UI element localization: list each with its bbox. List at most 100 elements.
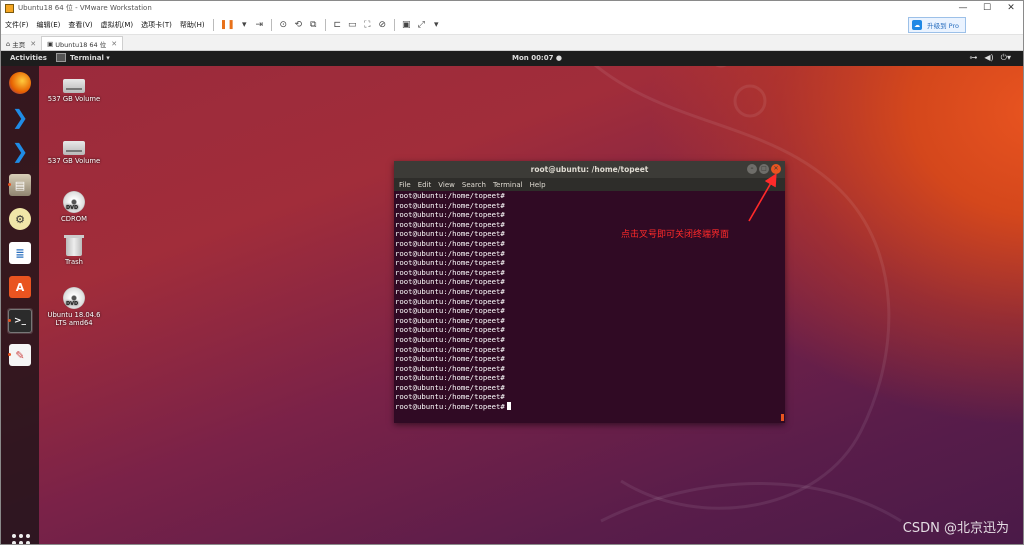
menu-tabs[interactable]: 选项卡(T) — [137, 20, 176, 30]
clock[interactable]: Mon 00:07 ● — [512, 54, 562, 62]
vscode-icon: ❯ — [11, 105, 29, 129]
ubuntu-desktop[interactable]: Activities Terminal ▾ Mon 00:07 ● ⊶ ◀) ⏻… — [1, 51, 1023, 544]
desktop-icon-label: Ubuntu 18.04.6 LTS amd64 — [47, 311, 101, 327]
ubuntu-topbar: Activities Terminal ▾ Mon 00:07 ● ⊶ ◀) ⏻… — [1, 51, 1023, 66]
menu-vm[interactable]: 虚拟机(M) — [97, 20, 138, 30]
stretch-icon[interactable]: ⤢ — [416, 18, 427, 31]
terminal-line: root@ubuntu:/home/topeet# — [395, 363, 505, 373]
console-view-icon[interactable]: ▣ — [401, 18, 412, 31]
terminal-line: root@ubuntu:/home/topeet# — [395, 277, 505, 287]
activities-button[interactable]: Activities — [10, 54, 47, 62]
terminal-menu-help[interactable]: Help — [530, 181, 546, 189]
vm-icon: ▣ — [47, 39, 56, 48]
dock-ubuntu-software[interactable]: A — [7, 274, 33, 300]
vmware-menubar: 文件(F) 编辑(E) 查看(V) 虚拟机(M) 选项卡(T) 帮助(H) ❚❚… — [1, 15, 1023, 35]
close-icon[interactable]: ✕ — [111, 40, 117, 48]
dvd-icon: DVD — [63, 191, 85, 213]
show-applications-icon[interactable] — [12, 534, 30, 544]
desktop-icon-volume[interactable]: 537 GB Volume — [44, 135, 104, 165]
dropdown-icon[interactable]: ▾ — [431, 18, 442, 31]
terminal-titlebar[interactable]: root@ubuntu: /home/topeet – □ ✕ — [394, 161, 785, 178]
send-ctrl-alt-del-icon[interactable]: ⇥ — [254, 18, 265, 31]
system-tray[interactable]: ⊶ ◀) ⏻▾ — [962, 53, 1011, 63]
library-icon[interactable]: ⊏ — [332, 18, 343, 31]
dock-software-settings[interactable]: ⚙ — [7, 206, 33, 232]
terminal-line: root@ubuntu:/home/topeet# — [395, 373, 505, 383]
tab-home[interactable]: ⌂ 主页 ✕ — [1, 37, 41, 50]
terminal-line: root@ubuntu:/home/topeet# — [395, 210, 505, 220]
drive-icon — [63, 79, 85, 93]
desktop-icon-cdrom[interactable]: DVD CDROM — [44, 191, 104, 223]
toolbar-divider — [324, 18, 326, 31]
vmware-logo-icon — [5, 3, 14, 13]
fullscreen-icon[interactable]: ⛶ — [362, 18, 373, 31]
terminal-line: root@ubuntu:/home/topeet# — [395, 325, 505, 335]
terminal-line: root@ubuntu:/home/topeet# — [395, 191, 505, 200]
dock-files[interactable]: ▤ — [7, 172, 33, 198]
desktop-icon-label: CDROM — [61, 215, 87, 223]
dock-terminal[interactable]: >_ — [7, 308, 33, 334]
terminal-menu-file[interactable]: File — [399, 181, 411, 189]
terminal-cursor — [506, 402, 511, 411]
volume-icon[interactable]: ◀) — [984, 53, 993, 63]
network-icon[interactable]: ⊶ — [969, 53, 977, 63]
menu-view[interactable]: 查看(V) — [64, 20, 96, 30]
desktop-icon-label: 537 GB Volume — [47, 95, 101, 103]
terminal-icon: >_ — [8, 309, 32, 333]
upgrade-label: 升级到 Pro — [927, 22, 959, 30]
menu-file[interactable]: 文件(F) — [1, 20, 33, 30]
snapshot-manager-icon[interactable]: ⧉ — [308, 18, 319, 31]
power-icon[interactable]: ⏻▾ — [1001, 53, 1011, 63]
unity-icon[interactable]: ⊘ — [377, 18, 388, 31]
ubuntu-dock: ❯ ❯ ▤ ⚙ ≣ A >_ ✎ — [1, 66, 39, 544]
drive-icon — [63, 141, 85, 155]
cloud-icon: ☁ — [912, 20, 923, 30]
terminal-menu-search[interactable]: Search — [462, 181, 486, 189]
dock-vscode[interactable]: ❯ — [7, 104, 33, 130]
terminal-line: root@ubuntu:/home/topeet# — [395, 382, 505, 392]
terminal-line: root@ubuntu:/home/topeet# — [395, 344, 505, 354]
menu-help[interactable]: 帮助(H) — [176, 20, 209, 30]
app-menu-label: Terminal ▾ — [70, 53, 110, 62]
terminal-line: root@ubuntu:/home/topeet# — [395, 248, 505, 258]
terminal-window[interactable]: root@ubuntu: /home/topeet – □ ✕ File Edi… — [394, 161, 785, 423]
terminal-menu-terminal[interactable]: Terminal — [493, 181, 523, 189]
tab-label: Ubuntu18 64 位 — [55, 40, 107, 49]
dock-writer[interactable]: ≣ — [7, 240, 33, 266]
close-icon[interactable]: ✕ — [30, 40, 36, 48]
maximize-icon[interactable]: ☐ — [975, 1, 999, 15]
dock-firefox[interactable] — [7, 70, 33, 96]
close-icon[interactable]: ✕ — [999, 1, 1023, 15]
trash-icon — [64, 235, 84, 256]
dock-text-editor[interactable]: ✎ — [7, 342, 33, 368]
text-editor-icon: ✎ — [9, 344, 31, 366]
vm-tabbar: ⌂ 主页 ✕ ▣ Ubuntu18 64 位 ✕ — [1, 35, 1023, 51]
upgrade-button[interactable]: ☁ 升级到 Pro — [908, 17, 966, 33]
terminal-title: root@ubuntu: /home/topeet — [530, 165, 649, 174]
pause-icon[interactable]: ❚❚ — [220, 18, 235, 31]
desktop-icon-trash[interactable]: Trash — [44, 235, 104, 266]
desktop-icon-ubuntu-disc[interactable]: DVD Ubuntu 18.04.6 LTS amd64 — [44, 287, 104, 327]
software-settings-icon: ⚙ — [9, 208, 31, 230]
close-icon[interactable]: ✕ — [771, 164, 781, 174]
desktop-icon-volume[interactable]: 537 GB Volume — [44, 73, 104, 103]
terminal-output[interactable]: root@ubuntu:/home/topeet# root@ubuntu:/ho… — [395, 191, 781, 421]
tab-ubuntu18[interactable]: ▣ Ubuntu18 64 位 ✕ — [41, 36, 124, 50]
menu-edit[interactable]: 编辑(E) — [33, 20, 65, 30]
minimize-icon[interactable]: — — [951, 1, 975, 15]
terminal-line: root@ubuntu:/home/topeet# — [395, 258, 505, 268]
thumbnail-icon[interactable]: ▭ — [347, 18, 358, 31]
toolbar-divider — [212, 18, 214, 31]
minimize-icon[interactable]: – — [747, 164, 757, 174]
dropdown-icon[interactable]: ▾ — [239, 18, 250, 31]
terminal-menu-edit[interactable]: Edit — [418, 181, 432, 189]
watermark: CSDN @北京迅为 — [902, 521, 1009, 536]
terminal-scrollbar[interactable] — [781, 414, 784, 421]
snapshot-icon[interactable]: ⊙ — [278, 18, 289, 31]
dock-vscode-2[interactable]: ❯ — [7, 138, 33, 164]
app-menu[interactable]: Terminal ▾ — [56, 53, 110, 62]
maximize-icon[interactable]: □ — [759, 164, 769, 174]
revert-snapshot-icon[interactable]: ⟲ — [293, 18, 304, 31]
terminal-menu-view[interactable]: View — [438, 181, 455, 189]
toolbar-divider — [270, 18, 272, 31]
